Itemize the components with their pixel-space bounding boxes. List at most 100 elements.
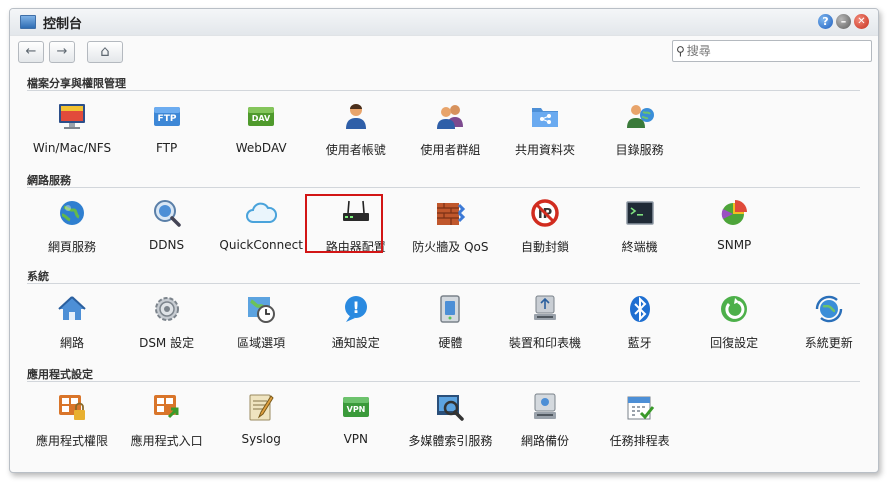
item-label: WebDAV [235,141,287,155]
item-label: 防火牆及 QoS [412,240,489,254]
back-button[interactable]: ← [18,41,44,63]
item-label: 路由器配置 [325,240,386,254]
item-label: 網頁服務 [47,240,96,254]
media-index-icon [434,391,466,423]
notification-icon: ! [340,293,372,325]
vpn-icon: VPN [340,391,372,423]
firewall-icon [434,197,466,229]
window-controls: ? – ✕ [818,14,869,29]
control-panel-item[interactable]: 裝置和印表機 [499,290,591,356]
control-panel-item[interactable]: 網路備份 [499,388,591,454]
network-backup-icon [529,391,561,423]
usb-icon [529,293,561,325]
control-panel-item[interactable]: QuickConnect [215,194,307,260]
item-label: QuickConnect [219,238,303,252]
control-panel-item[interactable]: DSM 設定 [121,290,213,356]
help-button[interactable]: ? [818,14,833,29]
control-panel-item[interactable]: 應用程式入口 [121,388,213,454]
item-label: 回復設定 [710,336,759,350]
control-panel-item[interactable]: DDNS [121,194,213,260]
section-divider [27,187,860,188]
item-label: 網路 [59,336,84,350]
app-portal-icon [151,391,183,423]
control-panel-item[interactable]: IP 自動封鎖 [499,194,591,260]
block-icon: IP [529,197,561,229]
control-panel-item[interactable]: 任務排程表 [594,388,686,454]
control-panel-item[interactable]: 區域選項 [215,290,307,356]
pie-chart-icon [718,197,750,229]
item-label: 使用者帳號 [325,143,386,157]
section-title: 應用程式設定 [27,368,93,381]
item-label: DDNS [149,238,185,252]
svg-text:VPN: VPN [346,405,365,414]
globe-icon [56,197,88,229]
item-label: 藍牙 [627,336,652,350]
item-label: VPN [343,432,368,446]
home-button[interactable]: ⌂ [87,41,123,63]
control-panel-item[interactable]: 網路 [26,290,118,356]
control-panel-item[interactable]: Syslog [215,388,307,454]
minimize-button[interactable]: – [836,14,851,29]
control-panel-item[interactable]: 路由器配置 [304,194,402,260]
directory-service-icon [624,100,656,132]
hardware-icon [434,293,466,325]
search-icon: ⚲ [676,44,685,58]
control-panel-icon [20,15,36,29]
forward-button[interactable]: → [49,41,75,63]
item-label: 使用者群組 [420,143,481,157]
item-label: FTP [155,141,178,155]
control-panel-item[interactable]: 網頁服務 [26,194,118,260]
control-panel-item[interactable]: ! 通知設定 [310,290,402,356]
control-panel-item[interactable]: 藍牙 [594,290,686,356]
item-label: SNMP [717,238,752,252]
window-title: 控制台 [43,16,83,32]
control-panel-item[interactable]: 硬體 [404,290,496,356]
ftp-icon: FTP [151,100,183,132]
control-panel-item[interactable]: 多媒體索引服務 [404,388,496,454]
control-panel-item[interactable]: VPN VPN [310,388,402,454]
clock-map-icon [245,293,277,325]
item-label: 應用程式入口 [130,434,203,448]
cloud-icon [245,197,278,229]
control-panel-item[interactable]: DAV WebDAV [215,97,307,163]
restore-icon [718,293,750,325]
svg-text:!: ! [352,298,359,317]
control-panel-item[interactable]: 終端機 [594,194,686,260]
control-panel-item[interactable]: 應用程式權限 [26,388,118,454]
section-title: 網路服務 [27,174,71,187]
item-label: 裝置和印表機 [508,336,581,350]
section-divider [27,381,860,382]
control-panel-item[interactable]: 目錄服務 [594,97,686,163]
shared-folder-icon [529,100,561,132]
control-panel-item[interactable]: 共用資料夾 [499,97,591,163]
toolbar: ← → ⌂ ⚲ [10,36,878,66]
webdav-icon: DAV [245,100,277,132]
update-icon [813,293,845,325]
search-input[interactable] [684,44,859,58]
control-panel-item[interactable]: 使用者群組 [404,97,496,163]
item-label: Syslog [241,432,281,446]
control-panel-item[interactable]: SNMP [688,194,780,260]
control-panel-item[interactable]: 防火牆及 QoS [404,194,496,260]
section-title: 系統 [27,270,49,283]
control-panel-item[interactable]: 使用者帳號 [310,97,402,163]
item-label: 應用程式權限 [35,434,108,448]
home-network-icon [56,293,88,325]
item-label: 區域選項 [237,336,286,350]
item-label: 共用資料夾 [514,143,575,157]
close-button[interactable]: ✕ [854,14,869,29]
item-label: 任務排程表 [609,434,670,448]
svg-text:FTP: FTP [157,114,176,124]
control-panel-window: 控制台 ? – ✕ ← → ⌂ ⚲ 檔案分享與權限管理 Win/Mac/NFS FT… [9,8,879,473]
search-box[interactable]: ⚲ [672,40,872,62]
item-label: 網路備份 [520,434,569,448]
section-title: 檔案分享與權限管理 [27,77,126,90]
item-label: DSM 設定 [139,336,195,350]
title-bar: 控制台 ? – ✕ [10,9,878,36]
control-panel-item[interactable]: 系統更新 [783,290,875,356]
terminal-icon [624,197,656,229]
section-divider [27,90,860,91]
control-panel-item[interactable]: FTP FTP [121,97,213,163]
control-panel-item[interactable]: Win/Mac/NFS [26,97,118,163]
control-panel-item[interactable]: 回復設定 [688,290,780,356]
